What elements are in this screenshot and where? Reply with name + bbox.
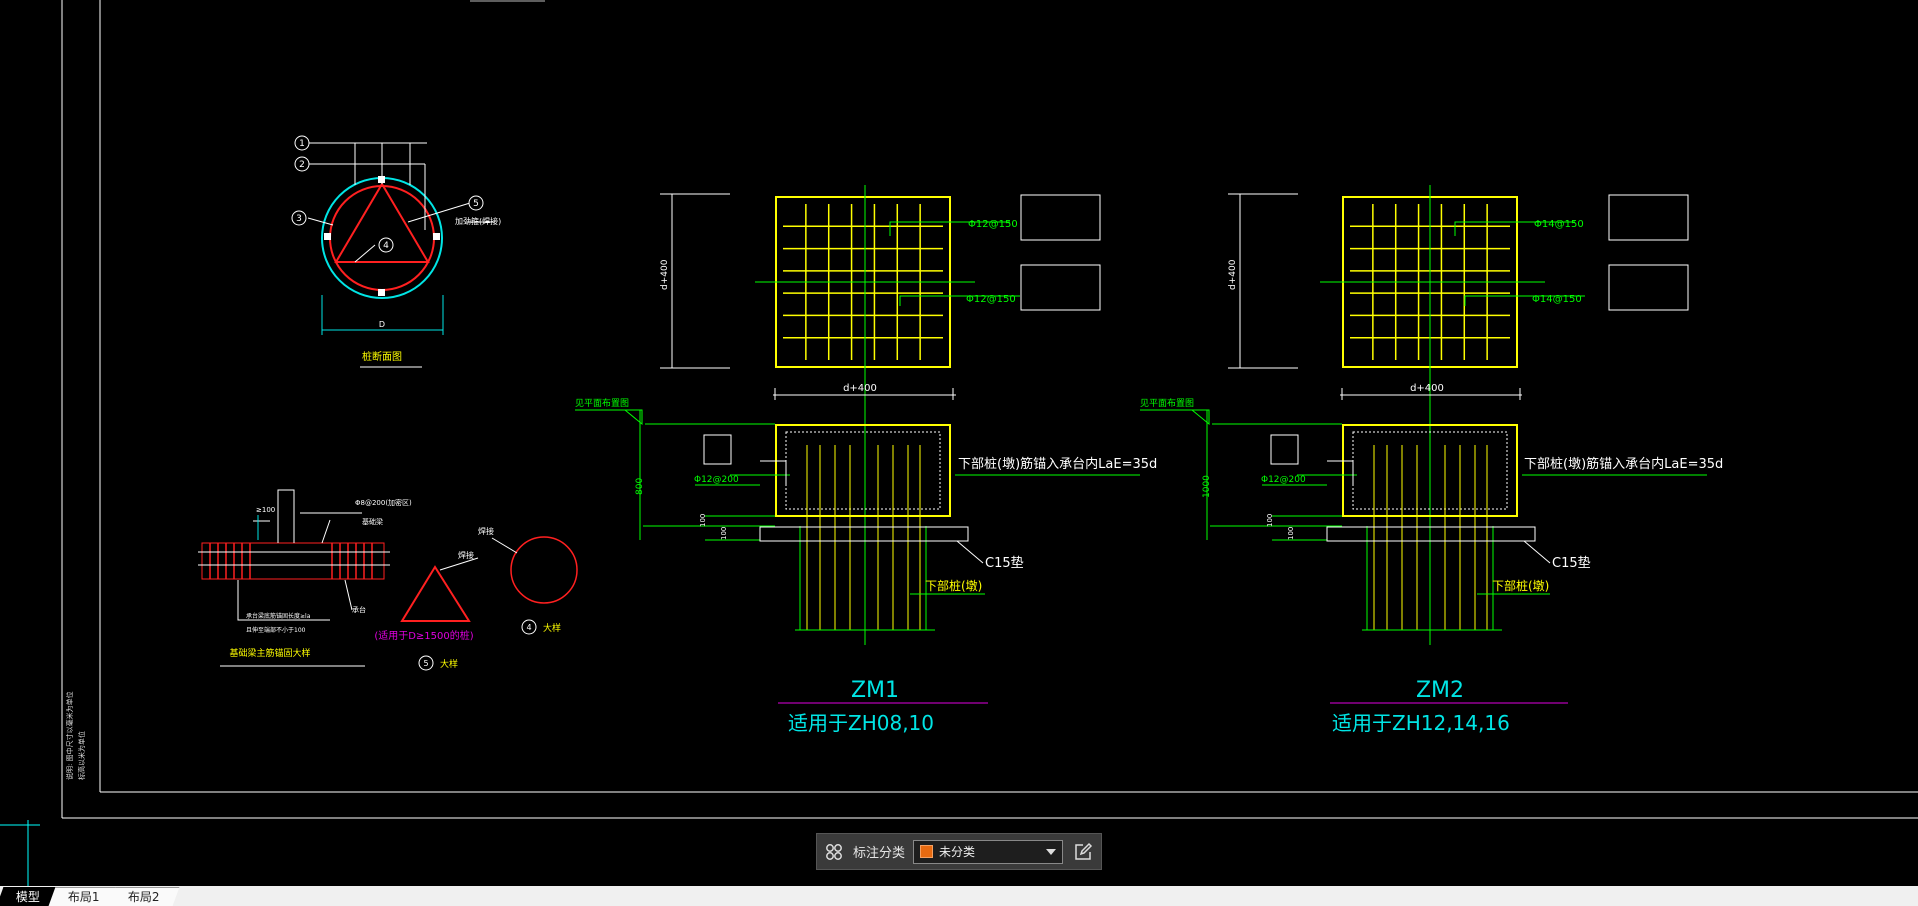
pile-section-detail[interactable]: 1 2 3 5 4 加劲箍(焊接) D 桩断面图: [291, 135, 501, 368]
zm1-rebar-bottom: Φ12@150: [966, 294, 1016, 305]
beam-note-2: 且伸至端部不小于100: [246, 626, 306, 634]
zm2-height: 1000: [1202, 475, 1212, 498]
triangle-callout: 5: [423, 659, 428, 668]
zm1-subtitle: 适用于ZH08,10: [788, 711, 934, 735]
circle-callout: 4: [526, 623, 531, 632]
annotation-category-label: 标注分类: [853, 846, 906, 861]
pile-callout-5: 5: [473, 199, 479, 209]
ucs-crosshair: [0, 820, 40, 886]
triangle-detail: 大样: [440, 658, 458, 670]
zm1-ref-note: 见平面布置图: [575, 397, 629, 409]
zm1-pile-label: 下部桩(墩): [925, 578, 982, 593]
drawing-frame: [61, 0, 1918, 819]
pile-callout-3: 3: [296, 214, 302, 224]
triangle-weld-detail[interactable]: 焊接 (适用于D≥1500的桩) 5 大样: [374, 550, 479, 671]
annotation-category-value: 未分类: [939, 845, 976, 859]
beam-label-beam: 基础梁: [362, 517, 383, 526]
zm1-anchor-note: 下部桩(墩)筋锚入承台内LaE=35d: [958, 456, 1157, 472]
zm2-concrete: C15垫: [1552, 555, 1591, 571]
zm2-rebar-bottom: Φ14@150: [1532, 294, 1582, 305]
zm2-pile-label: 下部桩(墩): [1492, 578, 1549, 593]
margin-notes: 说明: 图中尺寸以毫米为单位 标高以米为单位: [65, 691, 86, 780]
triangle-label: 焊接: [458, 550, 474, 560]
beam-detail-title: 基础梁主筋锚固大样: [229, 647, 310, 659]
zm2-small-dim-2: 100: [1287, 527, 1295, 540]
annotation-toolbar: 标注分类 未分类: [816, 833, 1102, 870]
tab-layout2[interactable]: 布局2: [108, 887, 179, 906]
grid-menu-icon[interactable]: [823, 841, 845, 863]
beam-label-cap: 承台: [352, 605, 366, 614]
beam-dim: ≥100: [256, 506, 275, 514]
zm2-title: ZM2: [1416, 678, 1464, 703]
zm1-height: 800: [635, 478, 645, 495]
pile-callout-4: 4: [383, 241, 389, 251]
zm1-small-dim-2: 100: [720, 527, 728, 540]
zm1-concrete: C15垫: [985, 555, 1024, 571]
zm2-rebar-top: Φ14@150: [1534, 219, 1584, 230]
edit-icon[interactable]: [1071, 840, 1095, 864]
annotation-category-select[interactable]: 未分类: [913, 839, 1063, 864]
zm1-small-dim-1: 100: [699, 514, 707, 527]
zm1-title: ZM1: [851, 678, 899, 703]
pile-diameter: D: [379, 320, 385, 329]
circle-weld-detail[interactable]: 焊接 4 大样: [478, 526, 578, 635]
margin-note-2: 标高以米为单位: [77, 731, 86, 780]
pile-section-title: 桩断面图: [362, 350, 402, 363]
margin-note-1: 说明: 图中尺寸以毫米为单位: [65, 691, 74, 780]
beam-label-stirrup: Φ8@200(加密区): [355, 498, 412, 507]
zm2-ref-note: 见平面布置图: [1140, 397, 1194, 409]
zm2-anchor-note: 下部桩(墩)筋锚入承台内LaE=35d: [1524, 456, 1723, 472]
zm2-side-rebar: Φ12@200: [1261, 475, 1306, 485]
zm1-side-rebar: Φ12@200: [694, 475, 739, 485]
zm1-hdim: d+400: [843, 383, 877, 394]
circle-label: 焊接: [478, 526, 494, 536]
beam-note-1: 承台梁底筋锚固长度≥la: [246, 612, 311, 620]
layout-tabs: 模型 布局1 布局2: [0, 886, 1918, 906]
pile-note-right: 加劲箍(焊接): [455, 216, 501, 226]
circle-detail: 大样: [543, 622, 561, 634]
zm2-subtitle: 适用于ZH12,14,16: [1332, 711, 1510, 735]
zm1-vdim: d+400: [660, 259, 670, 290]
zm1-detail[interactable]: d+400 Φ12@150 Φ12@150 d+400 见平面布置图 800 1…: [575, 185, 1157, 735]
chevron-down-icon: [1046, 848, 1056, 855]
zm2-small-dim-1: 100: [1266, 514, 1274, 527]
pile-callout-1: 1: [299, 139, 305, 149]
cad-drawing-canvas[interactable]: 说明: 图中尺寸以毫米为单位 标高以米为单位 1 2 3 5 4 加劲箍(焊接)…: [0, 0, 1918, 886]
zm1-rebar-top: Φ12@150: [968, 219, 1018, 230]
zm2-vdim: d+400: [1228, 259, 1238, 290]
category-color-swatch: [920, 845, 934, 858]
pile-callout-2: 2: [299, 160, 305, 170]
triangle-note: (适用于D≥1500的桩): [374, 629, 473, 642]
zm2-hdim: d+400: [1410, 383, 1444, 394]
zm2-detail[interactable]: d+400 Φ14@150 Φ14@150 d+400 见平面布置图 1000 …: [1140, 185, 1723, 735]
